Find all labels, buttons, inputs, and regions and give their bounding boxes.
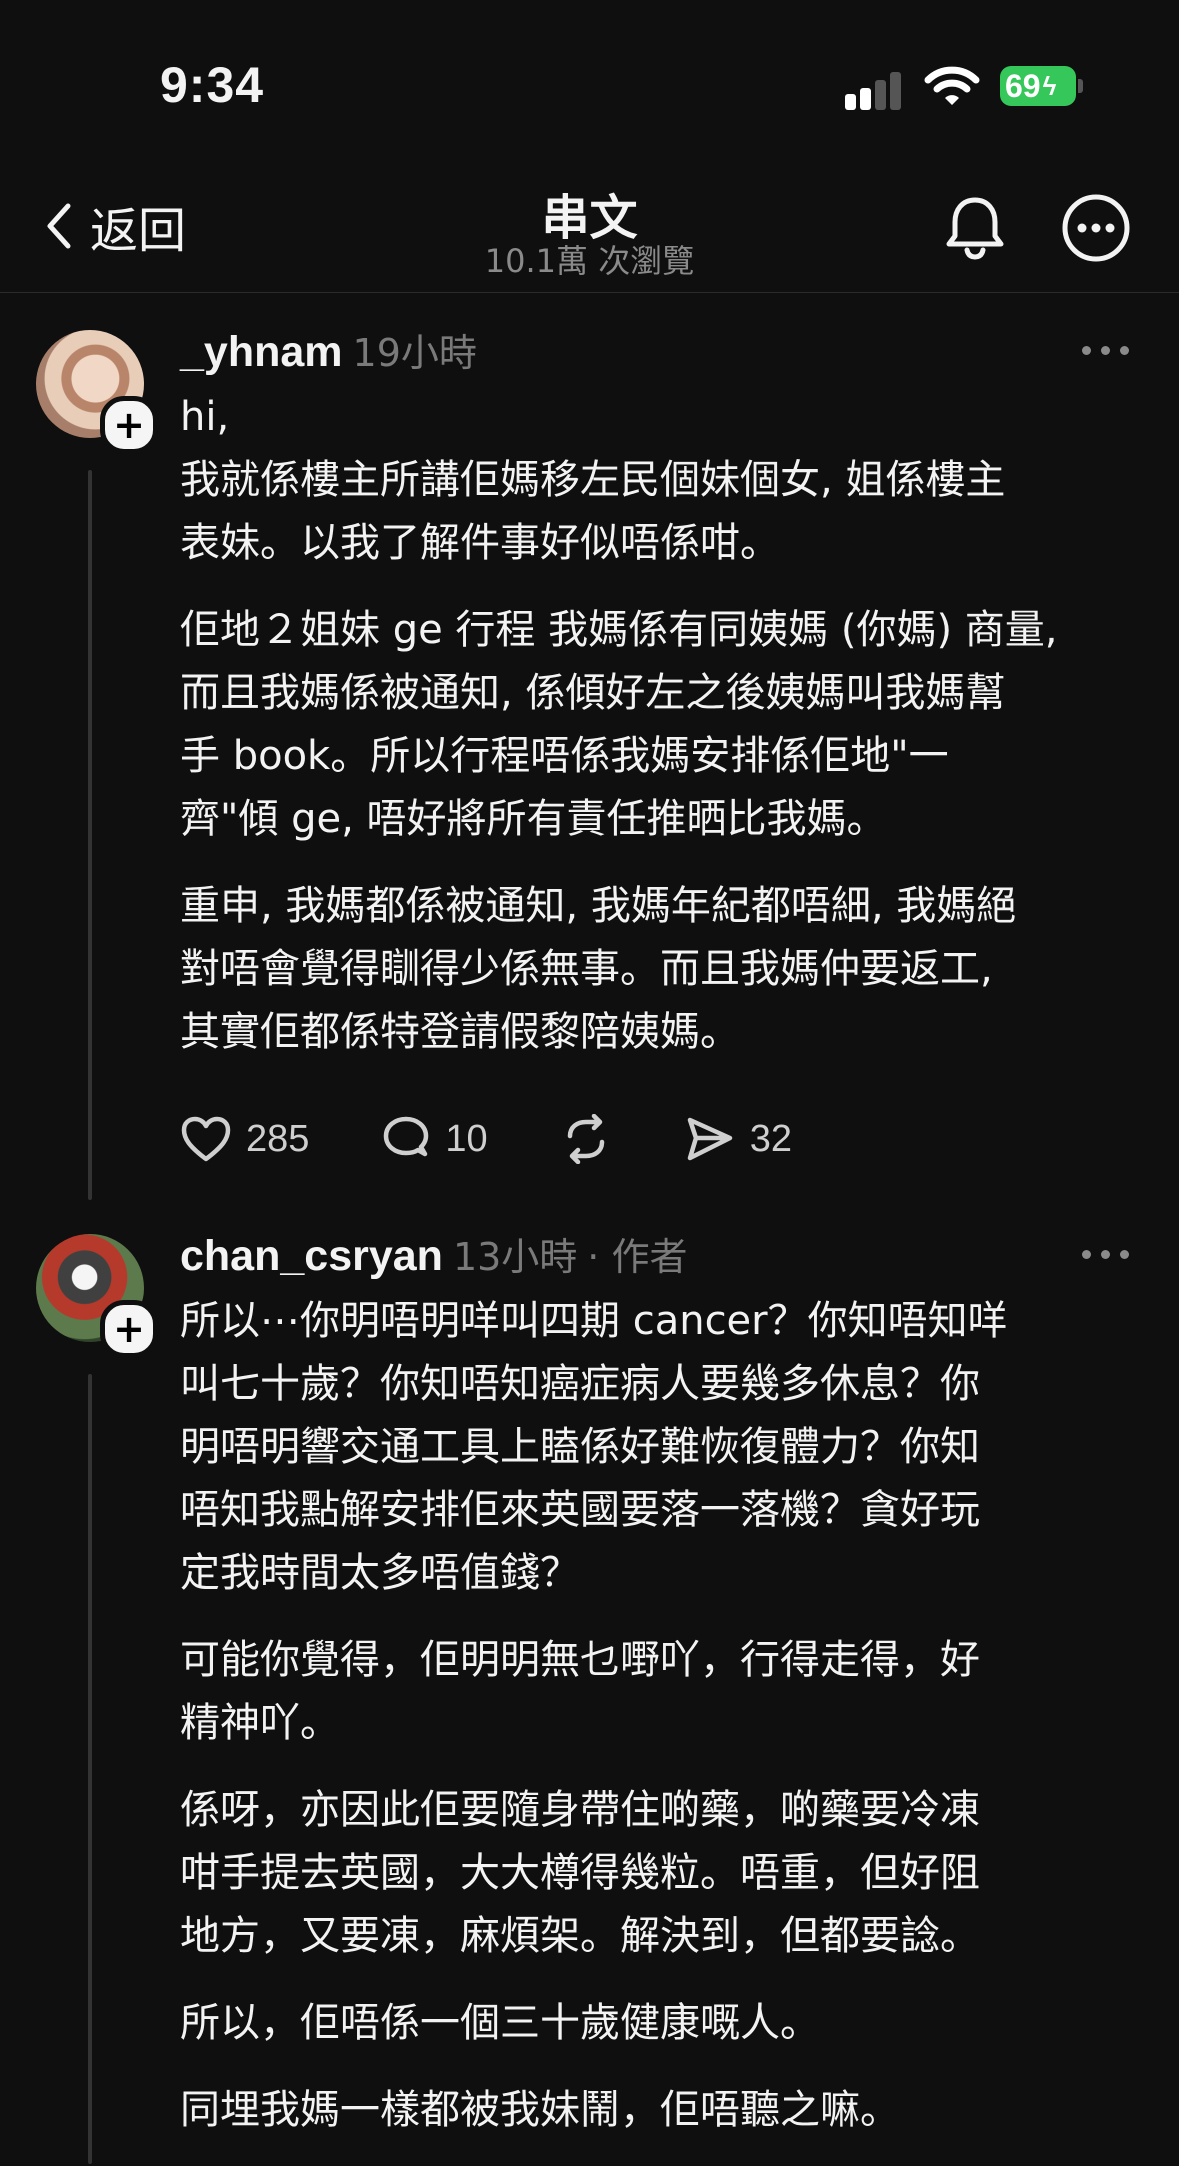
comment-button[interactable]: 10 [381,1114,488,1164]
post-paragraph: 可能你覺得，佢明明無乜嘢吖，行得走得，好 精神吖。 [180,1637,980,1746]
share-button[interactable]: 32 [684,1114,792,1164]
author-tag: · 作者 [587,1235,688,1279]
username[interactable]: chan_csryan [180,1232,443,1281]
post-paragraph: 係呀，亦因此佢要隨身帶住啲藥，啲藥要冷凍 咁手提去英國，大大樽得幾粒。唔重，但好… [180,1787,980,1959]
like-count: 285 [246,1117,310,1160]
post: + _yhnam 19小時 hi, 我就係樓主所講佢媽移左民個妹個女, 姐係樓主… [0,292,1179,1212]
battery-indicator: 69 ϟ [1000,66,1076,106]
wifi-icon [924,66,980,112]
heart-icon [181,1116,231,1162]
post-body: hi, 我就係樓主所講佢媽移左民個妹個女, 姐係樓主 表妹。以我了解件事好似唔係… [180,386,1140,1088]
charging-bolt-icon: ϟ [1042,70,1057,101]
repost-button[interactable] [560,1114,612,1164]
post-more-button[interactable] [1082,340,1132,360]
more-options-button[interactable] [1060,192,1132,264]
more-icon [1062,194,1130,262]
post: + chan_csryan 13小時 · 作者 所以⋯你明唔明咩叫四期 canc… [0,1212,1179,2164]
battery-cap [1078,79,1083,93]
comment-icon [384,1116,429,1157]
nav-bar: 返回 串文 10.1萬 次瀏覽 [0,170,1179,293]
post-actions: 285 10 32 [180,1107,864,1171]
post-paragraph: 佢地２姐妹 ge 行程 我媽係有同姨媽 (你媽) 商量, 而且我媽係被通知, 係… [180,607,1058,842]
post-paragraph: 重申, 我媽都係被通知, 我媽年紀都唔細, 我媽絕 對唔會覺得瞓得少係無事。而且… [180,883,1017,1055]
post-paragraph: 所以⋯你明唔明咩叫四期 cancer？你知唔知咩 叫七十歲？你知唔知癌症病人要幾… [180,1298,1008,1596]
post-body: 所以⋯你明唔明咩叫四期 cancer？你知唔知咩 叫七十歲？你知唔知癌症病人要幾… [180,1290,1140,2166]
follow-button[interactable]: + [100,1300,158,1358]
post-paragraph: 同埋我媽一樣都被我妹鬧，佢唔聽之嘛。 [180,2087,900,2133]
comment-count: 10 [445,1117,488,1160]
like-button[interactable]: 285 [180,1115,309,1163]
post-paragraph: 所以，佢唔係一個三十歲健康嘅人。 [180,2000,820,2046]
status-time: 9:34 [160,57,265,113]
username[interactable]: _yhnam [180,328,343,377]
send-icon [687,1117,732,1161]
post-time: 13小時 [452,1235,578,1279]
post-header: chan_csryan 13小時 · 作者 [180,1226,687,1282]
post-header: _yhnam 19小時 [180,322,477,378]
bell-icon [946,197,1004,260]
thread-line [88,470,92,1200]
post-more-button[interactable] [1082,1244,1132,1264]
thread-line [88,1374,92,2164]
cellular-signal-icon [845,70,905,110]
post-time: 19小時 [352,331,477,375]
status-bar: 9:34 69 ϟ [0,0,1179,170]
follow-button[interactable]: + [100,396,158,454]
notification-bell-button[interactable] [940,192,1010,262]
battery-level: 69 [1005,67,1041,104]
repost-icon [567,1114,604,1164]
post-paragraph: hi, 我就係樓主所講佢媽移左民個妹個女, 姐係樓主 表妹。以我了解件事好似唔係… [180,394,1006,566]
share-count: 32 [749,1117,792,1160]
